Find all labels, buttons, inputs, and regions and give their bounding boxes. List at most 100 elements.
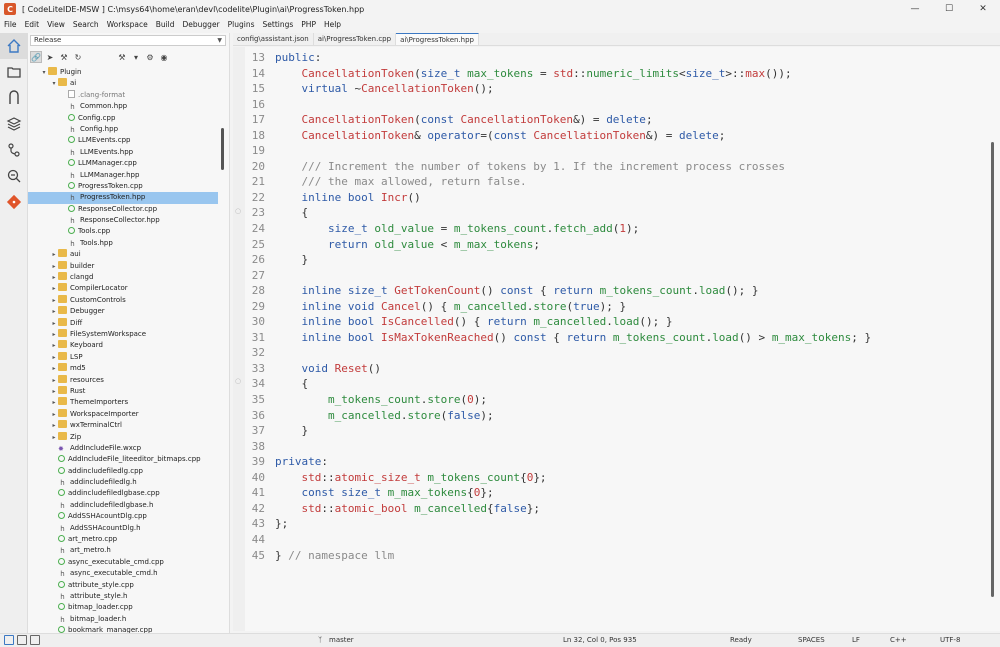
menu-item-php[interactable]: PHP bbox=[297, 20, 320, 29]
editor-tab[interactable]: ai\ProgressToken.hpp bbox=[396, 33, 479, 45]
tree-folder[interactable]: ▸ ThemeImporters bbox=[28, 397, 218, 408]
chevron-right-icon[interactable]: ▸ bbox=[50, 375, 58, 386]
chevron-right-icon[interactable]: ▸ bbox=[50, 261, 58, 272]
chevron-right-icon[interactable]: ▸ bbox=[50, 363, 58, 374]
tree-folder[interactable]: ▸ Diff bbox=[28, 317, 218, 329]
code-line[interactable]: 45} // namespace llm bbox=[245, 548, 985, 564]
tree-file[interactable]: h addincludefiledlg.h bbox=[28, 477, 218, 488]
code-line[interactable]: 37 } bbox=[245, 423, 985, 439]
tree-folder[interactable]: ▸ Debugger bbox=[28, 306, 218, 317]
menu-item-plugins[interactable]: Plugins bbox=[224, 20, 259, 29]
editor-tab[interactable]: ai\ProgressToken.cpp bbox=[314, 33, 397, 45]
tree-file[interactable]: async_executable_cmd.cpp bbox=[28, 557, 218, 568]
minimize-button[interactable]: — bbox=[898, 0, 932, 18]
tree-folder[interactable]: ▾ Plugin bbox=[28, 67, 218, 78]
fold-marker-icon[interactable]: ○ bbox=[235, 377, 241, 385]
tree-file[interactable]: Tools.cpp bbox=[28, 226, 218, 237]
code-line[interactable]: 30 inline bool IsCancelled() { return m_… bbox=[245, 314, 985, 330]
maximize-button[interactable]: ☐ bbox=[932, 0, 966, 18]
chevron-right-icon[interactable]: ▸ bbox=[50, 272, 58, 283]
code-line[interactable]: 24 size_t old_value = m_tokens_count.fet… bbox=[245, 221, 985, 237]
layout-right-icon[interactable] bbox=[30, 635, 40, 645]
layout-left-icon[interactable] bbox=[4, 635, 14, 645]
menu-item-search[interactable]: Search bbox=[69, 20, 103, 29]
tree-file[interactable]: h LLMManager.hpp bbox=[28, 170, 218, 181]
code-line[interactable]: 39 private: bbox=[245, 454, 985, 470]
tree-file[interactable]: ProgressToken.cpp bbox=[28, 181, 218, 192]
tree-folder[interactable]: ▸ clangd bbox=[28, 272, 218, 283]
code-line[interactable]: 26 } bbox=[245, 252, 985, 268]
code-line[interactable]: 16 bbox=[245, 97, 985, 113]
menu-item-edit[interactable]: Edit bbox=[21, 20, 44, 29]
tree-file[interactable]: h addincludefiledlgbase.h bbox=[28, 500, 218, 511]
code-line[interactable]: 19 bbox=[245, 143, 985, 159]
tree-file[interactable]: h AddSSHAcountDlg.h bbox=[28, 523, 218, 534]
search-icon[interactable] bbox=[0, 163, 28, 189]
code-line[interactable]: 34 { bbox=[245, 376, 985, 392]
code-area[interactable]: 13 public: 14 CancellationToken(size_t max… bbox=[245, 50, 985, 628]
hammer-icon[interactable]: ⚒ bbox=[116, 51, 128, 63]
stop-icon[interactable]: ◉ bbox=[158, 51, 170, 63]
build-config-select[interactable]: Release ▼ bbox=[30, 35, 226, 46]
menu-item-file[interactable]: File bbox=[0, 20, 21, 29]
code-line[interactable]: 32 bbox=[245, 345, 985, 361]
tree-folder[interactable]: ▸ resources bbox=[28, 374, 218, 386]
code-editor[interactable]: ○ ○ 13 public: 14 CancellationToken(size_t… bbox=[233, 47, 1000, 631]
indent-mode[interactable]: SPACES bbox=[798, 636, 825, 644]
chevron-right-icon[interactable]: ▸ bbox=[50, 340, 58, 351]
tree-file[interactable]: LLMManager.cpp bbox=[28, 158, 218, 169]
tree-file[interactable]: h bitmap_loader.h bbox=[28, 614, 218, 625]
tree-folder[interactable]: ▸ CustomControls bbox=[28, 294, 218, 306]
menu-item-debugger[interactable]: Debugger bbox=[179, 20, 224, 29]
tree-file[interactable]: bookmark_manager.cpp bbox=[28, 625, 218, 633]
tree-file[interactable]: addincludefiledlg.cpp bbox=[28, 466, 218, 477]
code-line[interactable]: 35 m_tokens_count.store(0); bbox=[245, 392, 985, 408]
chevron-right-icon[interactable]: ▸ bbox=[50, 352, 58, 363]
git-branch[interactable]: master bbox=[329, 636, 354, 644]
tree-folder[interactable]: ▸ WorkspaceImporter bbox=[28, 408, 218, 420]
code-line[interactable]: 25 return old_value < m_max_tokens; bbox=[245, 237, 985, 253]
tree-folder[interactable]: ▸ aui bbox=[28, 249, 218, 260]
file-encoding[interactable]: UTF-8 bbox=[940, 636, 960, 644]
chevron-right-icon[interactable]: ▸ bbox=[50, 306, 58, 317]
tree-folder[interactable]: ▸ builder bbox=[28, 260, 218, 272]
layers-icon[interactable] bbox=[0, 111, 28, 137]
code-line[interactable]: 13 public: bbox=[245, 50, 985, 66]
code-line[interactable]: 36 m_cancelled.store(false); bbox=[245, 408, 985, 424]
tree-folder[interactable]: ▸ Keyboard bbox=[28, 340, 218, 351]
code-line[interactable]: 33 void Reset() bbox=[245, 361, 985, 377]
tree-file[interactable]: h LLMEvents.hpp bbox=[28, 147, 218, 158]
editor-tab[interactable]: config\assistant.json bbox=[233, 33, 314, 45]
chevron-right-icon[interactable]: ▸ bbox=[50, 295, 58, 306]
cursor-position[interactable]: Ln 32, Col 0, Pos 935 bbox=[563, 636, 637, 644]
tree-file[interactable]: h attribute_style.h bbox=[28, 591, 218, 602]
chevron-right-icon[interactable]: ▸ bbox=[50, 409, 58, 420]
chevron-right-icon[interactable]: ▸ bbox=[50, 420, 58, 431]
tree-file[interactable]: .clang-format bbox=[28, 89, 218, 101]
tree-folder[interactable]: ▸ wxTerminalCtrl bbox=[28, 420, 218, 431]
chevron-right-icon[interactable]: ▸ bbox=[50, 249, 58, 260]
tree-file[interactable]: h ProgressToken.hpp bbox=[28, 192, 218, 204]
tree-folder[interactable]: ▸ md5 bbox=[28, 363, 218, 374]
tree-file[interactable]: attribute_style.cpp bbox=[28, 580, 218, 591]
link-editor-icon[interactable]: 🔗 bbox=[30, 51, 42, 63]
code-line[interactable]: 21 /// the max allowed, return false. bbox=[245, 174, 985, 190]
code-line[interactable]: 40 std::atomic_size_t m_tokens_count{0}; bbox=[245, 470, 985, 486]
tree-file[interactable]: h art_metro.h bbox=[28, 545, 218, 556]
code-line[interactable]: 14 CancellationToken(size_t max_tokens =… bbox=[245, 66, 985, 82]
menu-item-build[interactable]: Build bbox=[152, 20, 179, 29]
chevron-right-icon[interactable]: ▸ bbox=[50, 329, 58, 340]
chevron-right-icon[interactable]: ▸ bbox=[50, 318, 58, 329]
code-line[interactable]: 15 virtual ~CancellationToken(); bbox=[245, 81, 985, 97]
language-mode[interactable]: C++ bbox=[890, 636, 907, 644]
tree-file[interactable]: LLMEvents.cpp bbox=[28, 135, 218, 146]
layout-bottom-icon[interactable] bbox=[17, 635, 27, 645]
code-line[interactable]: 22 inline bool Incr() bbox=[245, 190, 985, 206]
source-control-icon[interactable] bbox=[0, 137, 28, 163]
folder-icon[interactable] bbox=[0, 59, 28, 85]
code-line[interactable]: 27 bbox=[245, 268, 985, 284]
tree-folder[interactable]: ▸ LSP bbox=[28, 351, 218, 363]
home-icon[interactable] bbox=[0, 33, 28, 59]
tree-file[interactable]: bitmap_loader.cpp bbox=[28, 602, 218, 613]
code-line[interactable]: 41 const size_t m_max_tokens{0}; bbox=[245, 485, 985, 501]
